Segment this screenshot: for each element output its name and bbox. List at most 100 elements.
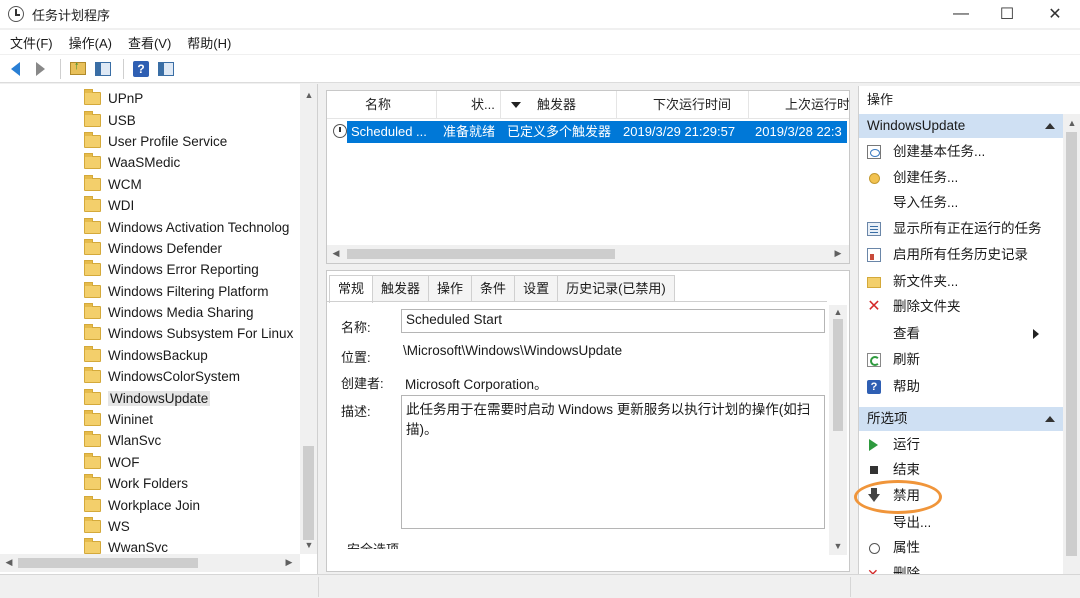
folder-up-button[interactable]	[67, 58, 89, 80]
back-button[interactable]	[4, 58, 26, 80]
stop-icon	[870, 466, 878, 474]
scroll-left-arrow-icon[interactable]: ◀	[2, 557, 16, 568]
tree-item-label: WCM	[108, 176, 142, 192]
menu-bar: 文件(F) 操作(A) 查看(V) 帮助(H)	[0, 30, 1080, 54]
tree-item[interactable]: WlanSvc	[0, 430, 300, 451]
tree-horizontal-scrollbar[interactable]: ◀ ▶	[0, 554, 300, 572]
tree-item[interactable]: Windows Defender	[0, 238, 300, 259]
security-options-label: 安全选项	[347, 539, 399, 549]
toolbar-separator	[60, 58, 61, 79]
scroll-down-arrow-icon[interactable]: ▼	[831, 541, 845, 551]
tree-item[interactable]: UPnP	[0, 88, 300, 109]
tree-item[interactable]: Windows Filtering Platform	[0, 281, 300, 302]
tree-item[interactable]: Windows Activation Technolog	[0, 216, 300, 237]
submenu-arrow-icon	[1033, 329, 1039, 339]
tree-vscroll-thumb[interactable]	[303, 446, 314, 540]
actions-vscroll-thumb[interactable]	[1066, 132, 1077, 556]
tab-actions[interactable]: 操作	[428, 275, 473, 301]
section-header-windowsupdate[interactable]: WindowsUpdate	[859, 114, 1063, 138]
action-new-folder[interactable]: 新文件夹...	[859, 269, 1063, 295]
scroll-up-arrow-icon[interactable]: ▲	[831, 307, 845, 317]
column-next-run[interactable]: 下次运行时间	[617, 91, 749, 119]
tree-item[interactable]: Windows Error Reporting	[0, 259, 300, 280]
name-field[interactable]: Scheduled Start	[401, 309, 825, 333]
help-icon: ?	[867, 380, 881, 394]
toolbar: ?	[0, 55, 1080, 83]
menu-action[interactable]: 操作(A)	[63, 33, 118, 52]
description-field[interactable]: 此任务用于在需要时启动 Windows 更新服务以执行计划的操作(如扫描)。	[401, 395, 825, 529]
tree-item[interactable]: Work Folders	[0, 473, 300, 494]
section-header-selected-item[interactable]: 所选项	[859, 407, 1063, 431]
scroll-down-arrow-icon[interactable]: ▼	[302, 540, 316, 550]
description-label: 描述:	[341, 404, 371, 419]
task-name-cell: Scheduled ...	[351, 124, 427, 139]
task-status-cell: 准备就绪	[443, 124, 496, 139]
back-icon	[10, 61, 20, 76]
action-create-basic-task[interactable]: 创建基本任务...	[859, 139, 1063, 165]
menu-file[interactable]: 文件(F)	[4, 33, 59, 52]
column-name[interactable]: 名称	[327, 91, 437, 119]
tree-item[interactable]: User Profile Service	[0, 131, 300, 152]
action-show-running-tasks[interactable]: 显示所有正在运行的任务	[859, 216, 1063, 242]
tree-item[interactable]: WaaSMedic	[0, 152, 300, 173]
table-row[interactable]: Scheduled ... 准备就绪 已定义多个触发器 2019/3/29 21…	[347, 121, 847, 143]
action-delete-folder[interactable]: ✕ 删除文件夹	[859, 294, 1063, 320]
action-pane-button[interactable]	[155, 58, 177, 80]
forward-button[interactable]	[29, 58, 51, 80]
details-vscroll-thumb[interactable]	[833, 319, 843, 431]
tree-item[interactable]: WOF	[0, 452, 300, 473]
tab-conditions[interactable]: 条件	[471, 275, 516, 301]
minimize-button[interactable]: —	[938, 0, 984, 28]
tree-hscroll-thumb[interactable]	[18, 558, 198, 568]
help-button[interactable]: ?	[130, 58, 152, 80]
tree-item[interactable]: WS	[0, 516, 300, 537]
action-enable-history[interactable]: 启用所有任务历史记录	[859, 242, 1063, 268]
tree-item[interactable]: WDI	[0, 195, 300, 216]
column-status[interactable]: 状...	[437, 91, 501, 119]
action-view[interactable]: 查看	[859, 321, 1063, 347]
maximize-button[interactable]: ☐	[984, 0, 1030, 28]
collapse-up-arrow-icon[interactable]	[1045, 123, 1055, 129]
scroll-right-arrow-icon[interactable]: ▶	[831, 248, 845, 259]
action-run[interactable]: 运行	[859, 432, 1063, 458]
menu-view[interactable]: 查看(V)	[122, 33, 177, 52]
tree-item[interactable]: Wininet	[0, 409, 300, 430]
task-list-horizontal-scrollbar[interactable]: ◀ ▶	[327, 245, 849, 263]
action-delete[interactable]: ✕ 删除	[859, 561, 1063, 574]
scroll-up-arrow-icon[interactable]: ▲	[1065, 118, 1079, 128]
tree-item[interactable]: WCM	[0, 174, 300, 195]
tree-item-label: Windows Filtering Platform	[108, 283, 269, 299]
scroll-left-arrow-icon[interactable]: ◀	[329, 248, 343, 259]
column-last-run[interactable]: 上次运行时	[749, 91, 849, 119]
task-list-hscroll-thumb[interactable]	[347, 249, 615, 259]
tree-item[interactable]: Windows Media Sharing	[0, 302, 300, 323]
tree-vertical-scrollbar[interactable]: ▲ ▼	[300, 84, 317, 554]
remove-icon: ✕	[867, 566, 879, 574]
tree-item[interactable]: Windows Subsystem For Linux	[0, 323, 300, 344]
tab-triggers[interactable]: 触发器	[372, 275, 430, 301]
action-import-task[interactable]: 导入任务...	[859, 190, 1063, 216]
tree-item[interactable]: Workplace Join	[0, 494, 300, 515]
action-export[interactable]: 导出...	[859, 510, 1063, 536]
action-help[interactable]: ? 帮助	[859, 374, 1063, 400]
details-vertical-scrollbar[interactable]: ▲ ▼	[829, 305, 847, 555]
action-refresh[interactable]: 刷新	[859, 347, 1063, 373]
tree-item[interactable]: USB	[0, 109, 300, 130]
close-button[interactable]: ✕	[1032, 0, 1078, 28]
tree-item[interactable]: WindowsColorSystem	[0, 366, 300, 387]
action-properties[interactable]: 属性	[859, 535, 1063, 561]
action-end[interactable]: 结束	[859, 457, 1063, 483]
menu-help[interactable]: 帮助(H)	[181, 33, 237, 52]
actions-vertical-scrollbar[interactable]: ▲	[1063, 114, 1080, 574]
action-create-task[interactable]: 创建任务...	[859, 165, 1063, 191]
tree-item[interactable]: WindowsUpdate	[0, 387, 300, 408]
tab-history[interactable]: 历史记录(已禁用)	[557, 275, 675, 301]
title-bar: 任务计划程序 — ☐ ✕	[0, 0, 1080, 28]
tab-settings[interactable]: 设置	[514, 275, 559, 301]
tab-general[interactable]: 常规	[329, 275, 374, 303]
console-tree-button[interactable]	[92, 58, 114, 80]
scroll-right-arrow-icon[interactable]: ▶	[282, 557, 296, 568]
collapse-up-arrow-icon[interactable]	[1045, 416, 1055, 422]
tree-item[interactable]: WindowsBackup	[0, 345, 300, 366]
scroll-up-arrow-icon[interactable]: ▲	[302, 90, 316, 100]
